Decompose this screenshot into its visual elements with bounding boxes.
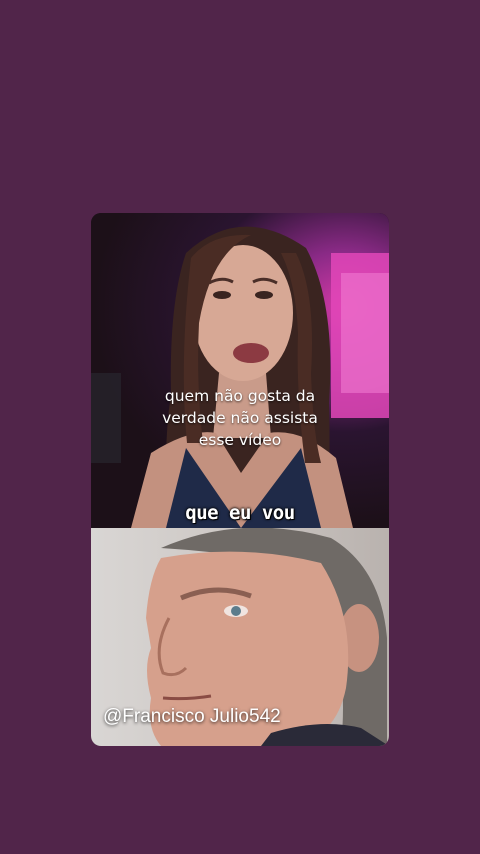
video-frame-top: quem não gosta da verdade não assista es… bbox=[91, 213, 389, 528]
video-player[interactable]: quem não gosta da verdade não assista es… bbox=[91, 213, 389, 746]
creator-handle-watermark: @Francisco Julio542 bbox=[103, 706, 281, 727]
caption-line: verdade não assista bbox=[162, 409, 318, 427]
video-subtitle: que eu vou bbox=[185, 502, 295, 524]
screen: quem não gosta da verdade não assista es… bbox=[0, 0, 480, 854]
caption-line: quem não gosta da bbox=[164, 387, 316, 405]
speaker-illustration bbox=[91, 226, 389, 528]
video-caption: quem não gosta da verdade não assista es… bbox=[91, 385, 389, 451]
caption-line: esse vídeo bbox=[198, 431, 282, 449]
